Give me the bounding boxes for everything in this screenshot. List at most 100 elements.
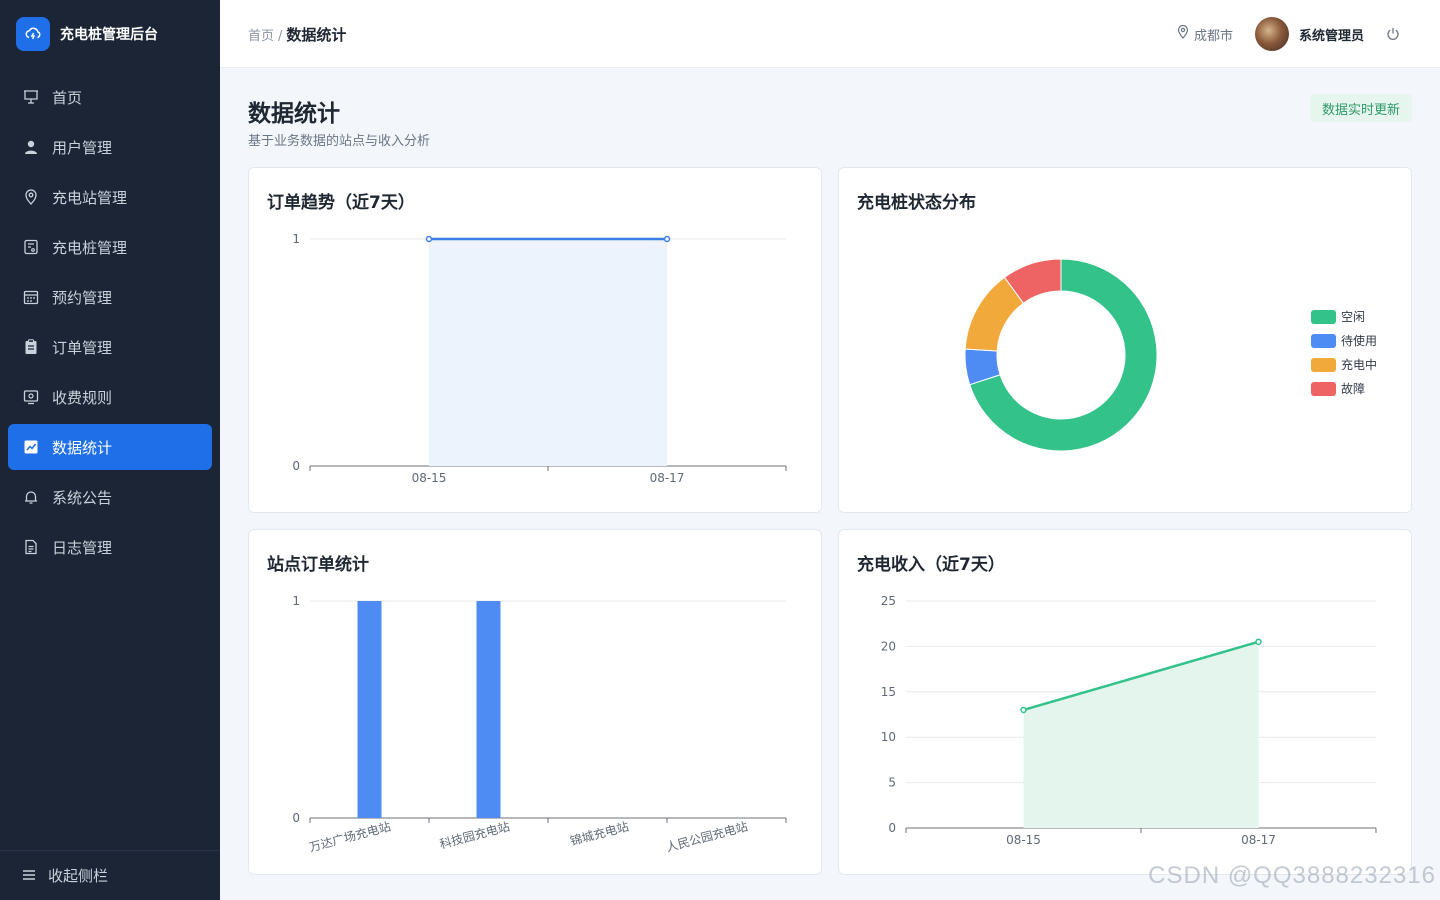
presentation-icon bbox=[22, 88, 40, 106]
sidebar-item-6[interactable]: 收费规则 bbox=[8, 374, 212, 420]
app-title: 充电桩管理后台 bbox=[60, 27, 158, 43]
breadcrumb-separator: / bbox=[278, 29, 283, 44]
data-point bbox=[1020, 706, 1027, 714]
x-tick-label: 人民公园充电站 bbox=[664, 818, 749, 854]
city-selector[interactable]: 成都市 bbox=[1177, 24, 1233, 44]
sidebar-item-label: 首页 bbox=[52, 88, 83, 107]
y-tick-label: 1 bbox=[292, 232, 300, 246]
station-orders-title: 站点订单统计 bbox=[267, 555, 369, 575]
sidebar-item-label: 收费规则 bbox=[52, 388, 113, 407]
sidebar-item-label: 预约管理 bbox=[52, 288, 113, 307]
location-pin-icon bbox=[1177, 24, 1189, 43]
data-point bbox=[425, 235, 433, 243]
sidebar-item-4[interactable]: 预约管理 bbox=[8, 274, 212, 320]
revenue-card: 0 5 10 15 20 25 08-15 08-17 充电收入（近7天） bbox=[838, 529, 1412, 875]
y-tick-label: 0 bbox=[292, 811, 300, 825]
sidebar-item-9[interactable]: 日志管理 bbox=[8, 524, 212, 570]
x-tick-label: 08-15 bbox=[412, 471, 447, 485]
watermark: CSDN @QQ3888232316 bbox=[1148, 862, 1436, 889]
location-pin-icon bbox=[22, 188, 40, 206]
chart-icon bbox=[22, 438, 40, 456]
header-actions: 成都市 系统管理员 bbox=[1177, 0, 1400, 68]
avatar[interactable] bbox=[1254, 17, 1289, 51]
breadcrumb-home[interactable]: 首页 bbox=[248, 25, 274, 44]
legend-swatch bbox=[1311, 334, 1336, 348]
clipboard-icon bbox=[22, 338, 40, 356]
y-tick-label: 20 bbox=[881, 639, 896, 653]
legend-label: 空闲 bbox=[1341, 310, 1365, 324]
y-tick-label: 15 bbox=[881, 685, 896, 699]
pile-status-title: 充电桩状态分布 bbox=[857, 193, 976, 213]
sidebar-item-5[interactable]: 订单管理 bbox=[8, 324, 212, 370]
sidebar-item-label: 用户管理 bbox=[52, 138, 113, 157]
page-subtitle: 基于业务数据的站点与收入分析 bbox=[248, 134, 431, 149]
breadcrumb: 首页 / 数据统计 bbox=[248, 24, 346, 45]
legend-label: 充电中 bbox=[1341, 357, 1377, 372]
sidebar: 充电桩管理后台 首页用户管理充电站管理充电桩管理预约管理订单管理收费规则数据统计… bbox=[0, 0, 220, 900]
data-point bbox=[663, 235, 671, 243]
cloud-lightning-icon bbox=[16, 17, 50, 51]
document-icon bbox=[22, 538, 40, 556]
city-label: 成都市 bbox=[1193, 28, 1233, 44]
series-area bbox=[429, 239, 667, 466]
sidebar-nav: 首页用户管理充电站管理充电桩管理预约管理订单管理收费规则数据统计系统公告日志管理 bbox=[0, 74, 220, 570]
y-tick-label: 0 bbox=[292, 459, 300, 473]
collapse-sidebar-label: 收起侧栏 bbox=[48, 867, 109, 885]
sidebar-item-3[interactable]: 充电桩管理 bbox=[8, 224, 212, 270]
calendar-icon bbox=[22, 288, 40, 306]
y-tick-label: 10 bbox=[881, 730, 896, 744]
station-orders-chart: 0 1 万达广场充电站 科技园充电站 锦城充电站 人民公园充电站 bbox=[292, 594, 787, 855]
station-orders-card: 0 1 万达广场充电站 科技园充电站 锦城充电站 人民公园充电站 站点订单统计 bbox=[248, 529, 822, 875]
revenue-title: 充电收入（近7天） bbox=[857, 555, 1005, 575]
sidebar-item-label: 系统公告 bbox=[52, 488, 113, 507]
x-tick-label: 08-17 bbox=[1241, 833, 1276, 847]
bell-icon bbox=[22, 488, 40, 506]
collapse-sidebar-button[interactable]: 收起侧栏 bbox=[0, 850, 220, 900]
charger-icon bbox=[22, 238, 40, 256]
x-tick-label: 万达广场充电站 bbox=[307, 818, 392, 854]
sidebar-item-7[interactable]: 数据统计 bbox=[8, 424, 212, 470]
y-tick-label: 0 bbox=[888, 821, 896, 835]
pile-status-chart: 空闲待使用充电中故障 bbox=[964, 258, 1377, 452]
top-header: 首页 / 数据统计 成都市 系统管理员 bbox=[220, 0, 1440, 68]
y-tick-label: 25 bbox=[881, 594, 896, 608]
username[interactable]: 系统管理员 bbox=[1299, 25, 1364, 44]
power-icon[interactable] bbox=[1386, 27, 1400, 41]
breadcrumb-current: 数据统计 bbox=[286, 26, 347, 44]
x-tick-label: 08-15 bbox=[1006, 833, 1041, 847]
legend-label: 故障 bbox=[1341, 381, 1365, 396]
orders-trend-chart: 0 1 08-15 08-17 bbox=[292, 232, 787, 485]
sidebar-item-label: 日志管理 bbox=[52, 538, 113, 557]
sidebar-item-label: 数据统计 bbox=[52, 438, 113, 457]
legend-swatch bbox=[1311, 310, 1336, 324]
sidebar-item-1[interactable]: 用户管理 bbox=[8, 124, 212, 170]
user-icon bbox=[22, 138, 40, 156]
orders-trend-title: 订单趋势（近7天） bbox=[267, 193, 415, 213]
y-tick-label: 5 bbox=[888, 776, 896, 790]
x-tick-label: 08-17 bbox=[650, 471, 685, 485]
series-area bbox=[1023, 641, 1259, 828]
bar bbox=[476, 601, 501, 818]
brand[interactable]: 充电桩管理后台 bbox=[0, 0, 220, 68]
legend-label: 待使用 bbox=[1341, 333, 1377, 348]
menu-icon bbox=[22, 867, 36, 885]
monitor-icon bbox=[22, 388, 40, 406]
x-tick-label: 锦城充电站 bbox=[568, 818, 630, 848]
realtime-badge: 数据实时更新 bbox=[1309, 94, 1412, 122]
data-point bbox=[1255, 638, 1262, 646]
y-tick-label: 1 bbox=[292, 594, 300, 608]
legend-swatch bbox=[1311, 382, 1336, 396]
page-title: 数据统计 bbox=[248, 101, 340, 127]
bar bbox=[357, 601, 382, 818]
sidebar-item-8[interactable]: 系统公告 bbox=[8, 474, 212, 520]
sidebar-item-2[interactable]: 充电站管理 bbox=[8, 174, 212, 220]
sidebar-item-label: 充电站管理 bbox=[52, 188, 128, 207]
sidebar-item-label: 订单管理 bbox=[52, 338, 113, 357]
sidebar-item-0[interactable]: 首页 bbox=[8, 74, 212, 120]
orders-trend-card: 0 1 08-15 08-17 订单趋势（近7天） bbox=[248, 167, 822, 513]
revenue-chart: 0 5 10 15 20 25 08-15 08-17 bbox=[881, 594, 1377, 847]
legend-swatch bbox=[1311, 358, 1336, 372]
x-tick-label: 科技园充电站 bbox=[438, 818, 511, 851]
pile-status-card: 空闲待使用充电中故障 充电桩状态分布 bbox=[838, 167, 1412, 513]
sidebar-item-label: 充电桩管理 bbox=[52, 238, 128, 257]
